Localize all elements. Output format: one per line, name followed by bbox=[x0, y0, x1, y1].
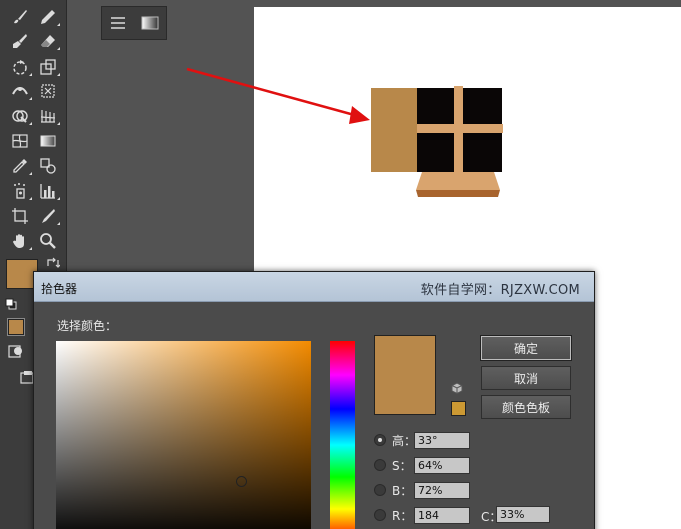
cancel-button[interactable]: 取消 bbox=[481, 366, 571, 390]
window-cross-horizontal bbox=[417, 124, 503, 133]
base-bottom-shape bbox=[416, 190, 500, 197]
mesh-icon[interactable] bbox=[7, 130, 33, 152]
saturation-input[interactable]: 64% bbox=[414, 456, 470, 474]
symbol-sprayer-icon[interactable] bbox=[7, 180, 33, 202]
draw-mode-icon[interactable] bbox=[8, 343, 24, 359]
width-icon[interactable] bbox=[7, 80, 33, 102]
hue-label: 高： bbox=[392, 433, 417, 448]
free-transform-icon[interactable] bbox=[35, 80, 61, 102]
slice-icon[interactable] bbox=[35, 205, 61, 227]
perspective-grid-icon[interactable] bbox=[35, 105, 61, 127]
eraser-icon[interactable] bbox=[35, 30, 61, 52]
menu-lines-icon[interactable] bbox=[108, 14, 128, 32]
scale-icon[interactable] bbox=[35, 56, 61, 78]
hue-slider[interactable] bbox=[330, 341, 355, 529]
select-color-label: 选择颜色： bbox=[57, 319, 118, 333]
red-radio[interactable] bbox=[374, 509, 386, 521]
gradient-swatch-icon[interactable] bbox=[140, 14, 160, 32]
dialog-title: 拾色器 bbox=[41, 282, 78, 296]
watermark-text: 软件自学网：RJZXW.COM bbox=[420, 283, 580, 298]
brush-icon[interactable] bbox=[7, 6, 33, 28]
blend-icon[interactable] bbox=[35, 155, 61, 177]
saturation-brightness-field[interactable] bbox=[56, 341, 311, 529]
column-graph-icon[interactable] bbox=[35, 180, 61, 202]
color-mode-button[interactable] bbox=[7, 318, 25, 336]
zoom-icon[interactable] bbox=[35, 230, 61, 252]
hue-field-row: 高： 33° bbox=[374, 430, 470, 450]
brightness-field-row: B： 72% bbox=[374, 480, 470, 500]
artwork[interactable] bbox=[254, 7, 681, 227]
color-picker-dialog: 拾色器 软件自学网：RJZXW.COM 选择颜色： 确定 取消 颜色色板 高： … bbox=[33, 271, 595, 529]
hue-radio[interactable] bbox=[374, 434, 386, 446]
hue-input[interactable]: 33° bbox=[414, 431, 470, 449]
brown-block-shape bbox=[371, 88, 419, 172]
red-input[interactable]: 184 bbox=[414, 506, 470, 524]
illustrator-window: 拾色器 软件自学网：RJZXW.COM 选择颜色： 确定 取消 颜色色板 高： … bbox=[0, 0, 681, 529]
blob-brush-icon[interactable] bbox=[7, 30, 33, 52]
default-colors-icon[interactable] bbox=[5, 298, 17, 310]
brightness-radio[interactable] bbox=[374, 484, 386, 496]
gradient-icon[interactable] bbox=[35, 130, 61, 152]
ok-button[interactable]: 确定 bbox=[480, 335, 572, 361]
red-label: R： bbox=[392, 508, 413, 523]
hand-icon[interactable] bbox=[7, 230, 33, 252]
screen-mode-icon[interactable] bbox=[20, 370, 34, 384]
color-cursor[interactable] bbox=[236, 476, 247, 487]
eyedropper-icon[interactable] bbox=[7, 155, 33, 177]
brightness-label: B： bbox=[392, 483, 413, 498]
cube-icon[interactable] bbox=[451, 382, 463, 394]
saturation-label: S： bbox=[392, 458, 412, 473]
saturation-field-row: S： 64% bbox=[374, 455, 470, 475]
shape-builder-icon[interactable] bbox=[7, 105, 33, 127]
new-color-preview bbox=[374, 335, 436, 415]
rotate-icon[interactable] bbox=[7, 56, 33, 78]
dialog-titlebar[interactable]: 拾色器 软件自学网：RJZXW.COM bbox=[34, 272, 594, 302]
web-safe-color-swatch[interactable] bbox=[451, 401, 466, 416]
cyan-input[interactable]: 33% bbox=[496, 506, 550, 523]
saturation-radio[interactable] bbox=[374, 459, 386, 471]
brightness-input[interactable]: 72% bbox=[414, 481, 470, 499]
pencil-icon[interactable] bbox=[35, 6, 61, 28]
color-swatches-button[interactable]: 颜色色板 bbox=[481, 395, 571, 419]
artboard-icon[interactable] bbox=[7, 205, 33, 227]
red-field-row: R： 184 bbox=[374, 505, 470, 525]
base-top-shape bbox=[416, 172, 500, 190]
mini-panel bbox=[101, 6, 167, 40]
swap-fill-stroke-icon[interactable] bbox=[46, 257, 60, 269]
